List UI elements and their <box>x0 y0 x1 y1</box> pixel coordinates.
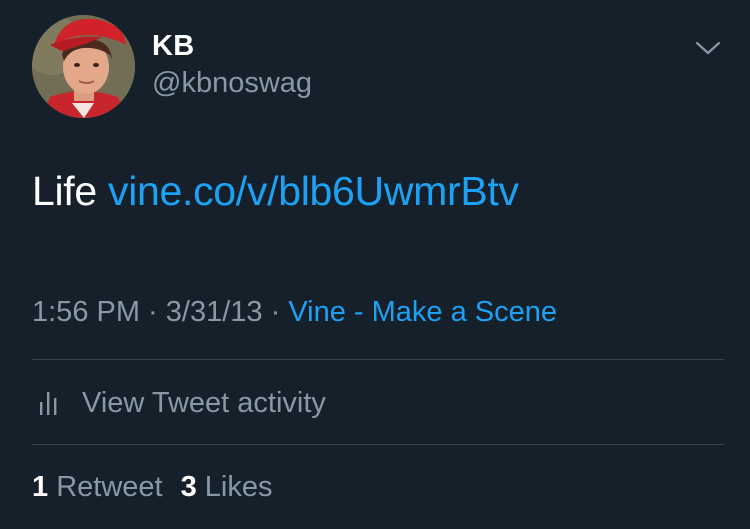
tweet-source-link[interactable]: Vine - Make a Scene <box>288 296 557 328</box>
tweet-meta: 1:56 PM · 3/31/13 · Vine - Make a Scene <box>32 296 557 329</box>
divider <box>32 359 724 360</box>
tweet-text-body: Life <box>32 168 108 214</box>
user-handle[interactable]: @kbnoswag <box>152 67 312 100</box>
avatar[interactable] <box>32 15 135 118</box>
tweet-time: 1:56 PM <box>32 296 140 328</box>
bar-chart-icon <box>38 388 62 418</box>
view-tweet-activity-button[interactable]: View Tweet activity <box>32 383 326 423</box>
retweets-label: Retweet <box>56 471 163 503</box>
tweet-detail: KB @kbnoswag Life vine.co/v/blb6UwmrBtv … <box>0 0 750 529</box>
likes-stat[interactable]: 3 Likes <box>181 471 273 504</box>
likes-count: 3 <box>180 471 197 503</box>
tweet-date: 3/31/13 <box>165 296 263 328</box>
avatar-image <box>32 15 135 118</box>
likes-label: Likes <box>204 471 273 503</box>
retweets-count: 1 <box>32 471 49 503</box>
tweet-link[interactable]: vine.co/v/blb6UwmrBtv <box>108 168 519 214</box>
retweets-stat[interactable]: 1 Retweet <box>32 471 163 504</box>
divider <box>32 444 724 445</box>
chevron-down-icon[interactable] <box>693 37 723 59</box>
meta-separator: · <box>262 296 289 328</box>
view-tweet-activity-label: View Tweet activity <box>82 386 326 419</box>
tweet-stats: 1 Retweet 3 Likes <box>32 471 291 504</box>
meta-separator: · <box>140 296 166 328</box>
display-name[interactable]: KB <box>152 30 195 63</box>
tweet-text: Life vine.co/v/blb6UwmrBtv <box>32 168 519 215</box>
